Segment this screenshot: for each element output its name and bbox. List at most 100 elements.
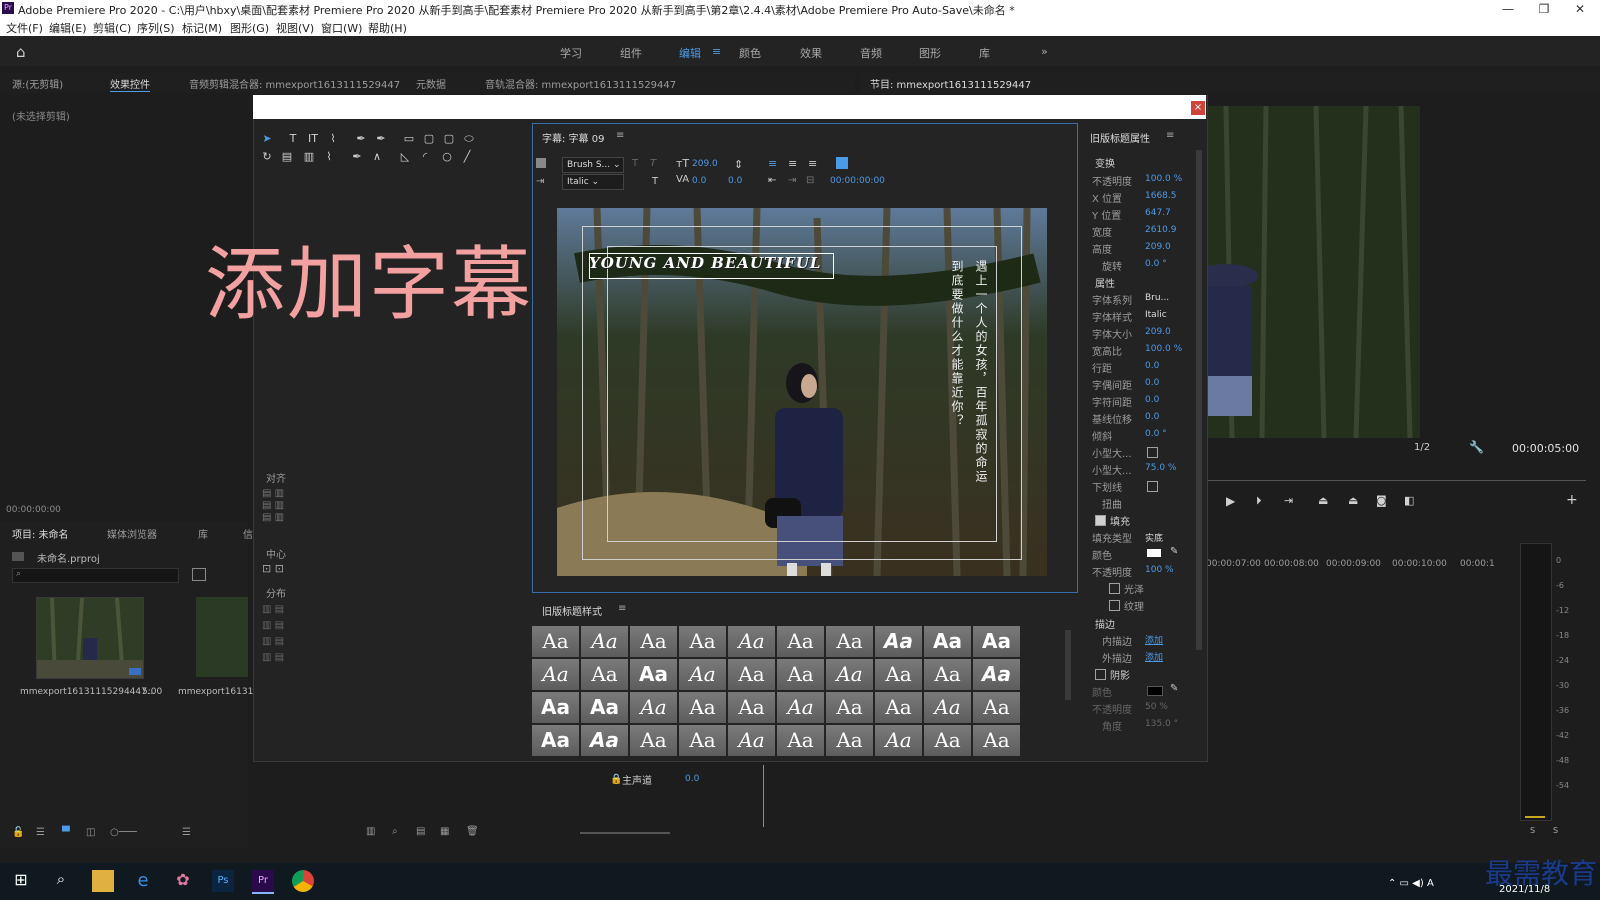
background-video-toggle[interactable] <box>536 158 546 168</box>
tab-audio-clip-mixer[interactable]: 音频剪辑混合器: mmexport1613111529447 <box>189 76 400 91</box>
clip-thumbnail[interactable] <box>196 597 248 677</box>
style-swatch[interactable]: Aa <box>924 725 971 756</box>
tab-program[interactable]: 节目: mmexport1613111529447 <box>870 76 1031 91</box>
style-swatch[interactable]: Aa <box>728 659 775 690</box>
go-to-out-icon[interactable]: ⇥ <box>1284 494 1293 507</box>
tab-media-browser[interactable]: 媒体浏览器 <box>107 526 157 541</box>
small-caps-checkbox[interactable] <box>1147 447 1158 458</box>
prop-kerning-value[interactable]: 0.0 <box>1145 378 1159 388</box>
maximize-button[interactable]: ❐ <box>1526 0 1562 18</box>
premiere-taskbar-icon[interactable]: Pr <box>252 870 274 894</box>
minimize-button[interactable]: — <box>1490 0 1526 18</box>
shadow-angle-value[interactable]: 135.0 ° <box>1145 719 1178 729</box>
tab-libraries[interactable]: 库 <box>198 526 208 541</box>
workspace-assembly[interactable]: 组件 <box>620 45 642 61</box>
prop-baseline-value[interactable]: 0.0 <box>1145 412 1159 422</box>
compare-icon[interactable]: ◧ <box>1404 494 1414 507</box>
prop-height-value[interactable]: 209.0 <box>1145 242 1171 252</box>
program-zoom-select[interactable]: 1/2 <box>1414 442 1430 453</box>
workspace-learn[interactable]: 学习 <box>560 45 582 61</box>
style-swatch[interactable]: Aa <box>630 659 677 690</box>
photoshop-icon[interactable]: Ps <box>212 870 234 892</box>
prop-leading-value[interactable]: 0.0 <box>1145 361 1159 371</box>
ellipse-tool-icon[interactable]: ⬭ <box>462 132 476 146</box>
master-track-value[interactable]: 0.0 <box>685 774 699 784</box>
prop-rotation-value[interactable]: 0.0 ° <box>1145 259 1167 269</box>
vertical-type-tool-icon[interactable]: IT <box>306 132 320 146</box>
rounded-rectangle-tool-icon[interactable]: ▢ <box>422 132 436 146</box>
rotate-tool-icon[interactable]: ↻ <box>260 150 274 164</box>
kerning-value[interactable]: 0.0 <box>692 176 706 186</box>
menu-view[interactable]: 视图(V) <box>276 20 314 36</box>
template-icon[interactable]: ⊟ <box>806 175 814 186</box>
prop-y-position-value[interactable]: 647.7 <box>1145 208 1171 218</box>
tab-stops-icon[interactable]: ⇤ <box>768 175 776 186</box>
style-swatch[interactable]: Aa <box>826 725 873 756</box>
lock-icon[interactable]: 🔓 <box>12 827 24 838</box>
prop-aspect-value[interactable]: 100.0 % <box>1145 344 1182 354</box>
style-swatch[interactable]: Aa <box>924 626 971 657</box>
automate-icon[interactable]: ▥ <box>366 826 375 837</box>
eyedropper-icon[interactable]: ✎ <box>1170 546 1178 557</box>
style-swatch[interactable]: Aa <box>777 692 824 723</box>
shadow-checkbox[interactable] <box>1095 669 1106 680</box>
tab-project[interactable]: 项目: 未命名 <box>12 526 69 541</box>
align-right-icon[interactable]: ≡ <box>808 157 817 170</box>
style-swatch[interactable]: Aa <box>875 692 922 723</box>
style-swatch[interactable]: Aa <box>924 692 971 723</box>
style-swatch[interactable]: Aa <box>679 692 726 723</box>
menu-edit[interactable]: 编辑(E) <box>49 20 87 36</box>
style-swatch[interactable]: Aa <box>728 692 775 723</box>
style-swatch[interactable]: Aa <box>532 626 579 657</box>
close-dialog-button[interactable]: × <box>1191 101 1205 115</box>
new-bin-icon[interactable] <box>192 568 206 581</box>
add-inner-stroke-link[interactable]: 添加 <box>1145 633 1163 646</box>
style-swatch[interactable]: Aa <box>924 659 971 690</box>
solo-left-button[interactable]: S <box>1530 826 1535 835</box>
pen-tool-icon[interactable]: ✒ <box>354 132 368 146</box>
playhead[interactable] <box>763 765 764 827</box>
panel-menu-icon[interactable]: ≡ <box>616 130 624 141</box>
find-icon[interactable]: ⌕ <box>392 826 398 837</box>
style-swatch[interactable]: Aa <box>973 692 1020 723</box>
panel-menu-icon[interactable]: ≡ <box>618 603 626 614</box>
texture-checkbox[interactable] <box>1109 600 1120 611</box>
italic-icon[interactable]: T <box>650 158 656 169</box>
more-workspaces-icon[interactable]: » <box>1041 45 1048 58</box>
workspace-color[interactable]: 颜色 <box>739 45 761 61</box>
shadow-color-swatch[interactable] <box>1147 686 1163 696</box>
lift-icon[interactable]: ⏏ <box>1318 494 1328 507</box>
font-family-select[interactable]: Brush S... ⌄ <box>562 157 624 173</box>
search-icon[interactable]: ⌕ <box>50 870 72 892</box>
workspace-audio[interactable]: 音频 <box>860 45 882 61</box>
tab-audio-track-mixer[interactable]: 音轨混合器: mmexport1613111529447 <box>485 76 676 91</box>
vertical-area-type-tool-icon[interactable]: ▥ <box>302 150 316 164</box>
style-swatch[interactable]: Aa <box>679 725 726 756</box>
properties-scrollbar[interactable] <box>1196 150 1202 650</box>
play-icon[interactable]: ▶ <box>1226 494 1235 508</box>
new-title-icon[interactable] <box>836 157 848 169</box>
prop-font-style-select[interactable]: Italic <box>1145 310 1167 320</box>
vertical-title-text-1[interactable]: 遇上一个人的女孩，百年孤寂的命运 <box>973 260 990 540</box>
fill-color-swatch[interactable] <box>1147 549 1161 557</box>
style-swatch[interactable]: Aa <box>679 626 726 657</box>
styles-scrollbar[interactable] <box>1065 630 1071 700</box>
add-outer-stroke-link[interactable]: 添加 <box>1145 650 1163 663</box>
section-fill[interactable]: 填充 <box>1110 513 1130 528</box>
menu-sequence[interactable]: 序列(S) <box>137 20 175 36</box>
freeform-view-icon[interactable]: ◫ <box>86 827 95 838</box>
workspace-editing[interactable]: 编辑 <box>679 45 701 61</box>
center-buttons[interactable]: ⊡ ⊡ <box>262 562 302 576</box>
style-swatch[interactable]: Aa <box>777 626 824 657</box>
style-swatch[interactable]: Aa <box>973 659 1020 690</box>
prop-font-size-value[interactable]: 209.0 <box>1145 327 1171 337</box>
style-swatch[interactable]: Aa <box>581 659 628 690</box>
bold-icon[interactable]: T <box>632 158 638 169</box>
file-explorer-icon[interactable] <box>92 870 114 892</box>
tab-metadata[interactable]: 元数据 <box>416 76 446 91</box>
eyedropper-icon[interactable]: ✎ <box>1170 683 1178 694</box>
style-swatch[interactable]: Aa <box>581 626 628 657</box>
project-search-input[interactable]: ⌕ <box>12 568 179 583</box>
style-swatch[interactable]: Aa <box>973 725 1020 756</box>
prop-small-caps-size-value[interactable]: 75.0 % <box>1145 463 1176 473</box>
